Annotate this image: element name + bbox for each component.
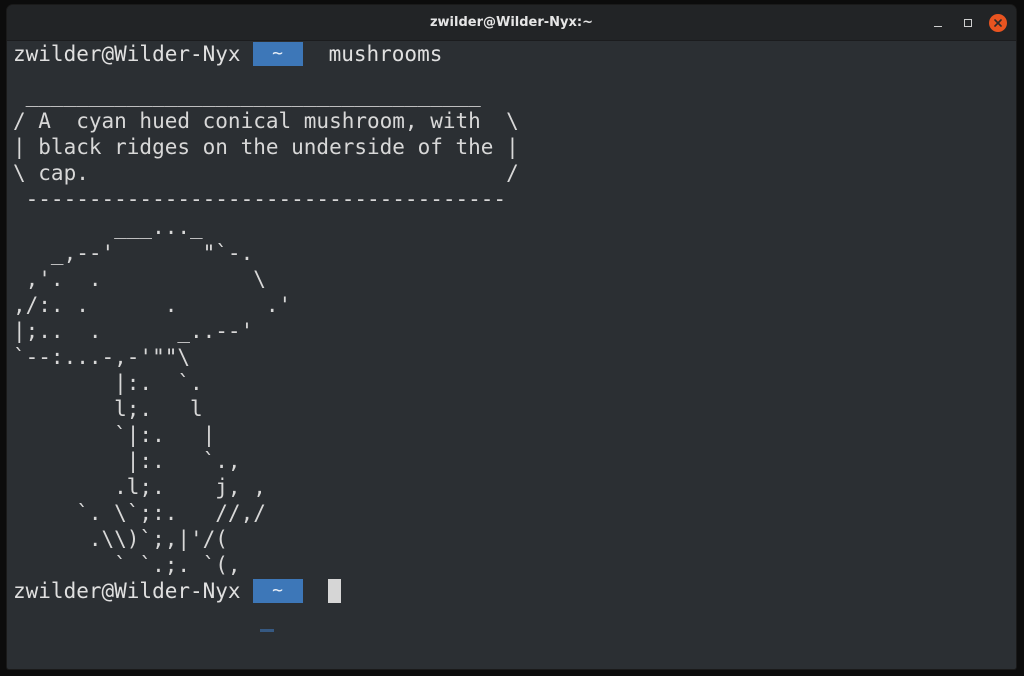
maximize-icon [964,19,972,27]
terminal-window: zwilder@Wilder-Nyx:~ zwilder@Wilder-Nyx ~… [7,5,1016,669]
prompt-user: zwilder@Wilder-Nyx [13,579,241,603]
bubble-line: / A cyan hued conical mushroom, with \ [13,109,519,133]
close-button[interactable] [989,14,1007,32]
minimize-icon [934,25,942,27]
scroll-indicator [260,629,274,632]
command-prompt: zwilder@Wilder-Nyx ~ mushrooms [13,41,1016,66]
prompt-directory: ~ [252,579,303,603]
bubble-line: -------------------------------------- [13,187,507,211]
prompt-user: zwilder@Wilder-Nyx [13,42,241,66]
minimize-button[interactable] [929,14,947,32]
title-bar[interactable]: zwilder@Wilder-Nyx:~ [7,5,1016,41]
maximize-button[interactable] [959,14,977,32]
window-title: zwilder@Wilder-Nyx:~ [429,15,594,30]
bubble-line: ____________________________________ [13,83,481,107]
art-line: `--:...-,-'""\ [13,345,191,369]
text-cursor[interactable] [327,579,341,603]
prompt-command: mushrooms [328,42,443,66]
close-icon [994,19,1002,27]
art-line: ,/:. . . .' [13,293,292,317]
art-line: `. \`;:. //,/ [13,501,266,525]
art-line: |;.. . _..--' [13,319,254,343]
active-prompt[interactable]: zwilder@Wilder-Nyx ~ [13,578,1016,604]
art-line: .\\)`;,|'/( [13,527,228,551]
art-line: ___..._ [13,215,203,239]
speech-bubble: ____________________________________ / A … [13,82,1016,212]
art-line: |:. `. [13,371,203,395]
prompt-directory: ~ [252,42,303,66]
art-line: ` `.;. `(, [13,553,241,577]
bubble-line: | black ridges on the underside of the | [13,135,519,159]
art-line: l;. l [13,397,203,421]
mushroom-ascii-art: ___..._ _,--' "`-. ,'. . \ ,/:. . . .' |;.… [13,214,1016,578]
bubble-line: \ cap. / [13,161,519,185]
art-line: ,'. . \ [13,267,266,291]
art-line: .l;. j, , [13,475,266,499]
art-line: `|:. | [13,423,216,447]
art-line: |:. `., [13,449,241,473]
art-line: _,--' "`-. [13,241,254,265]
terminal-output[interactable]: zwilder@Wilder-Nyx ~ mushrooms ___________… [13,41,1016,669]
